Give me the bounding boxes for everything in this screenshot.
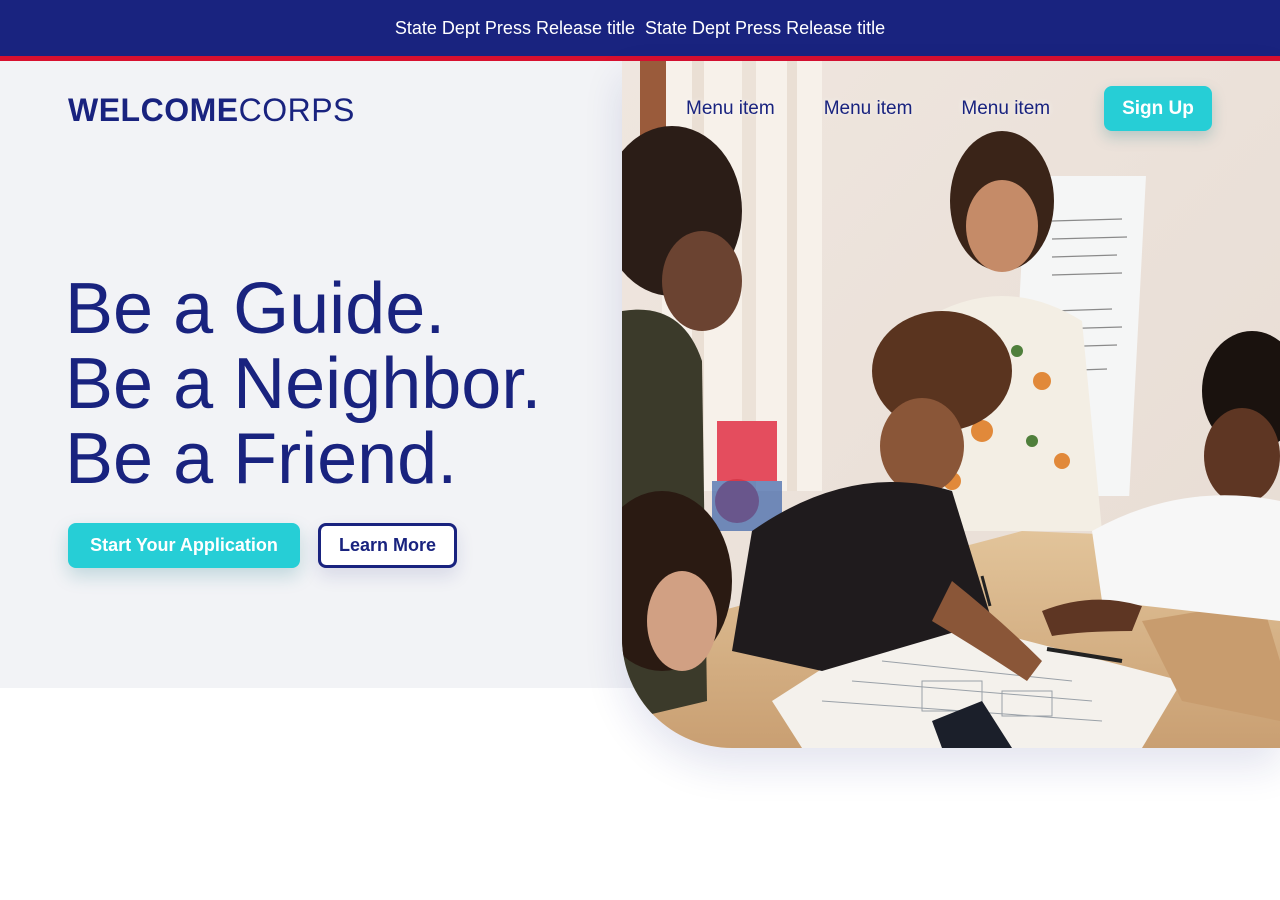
sign-up-button[interactable]: Sign Up (1104, 86, 1212, 131)
learn-more-button[interactable]: Learn More (318, 523, 457, 568)
headline-line-2: Be a Neighbor. (65, 344, 542, 424)
logo-light-text: CORPS (238, 92, 355, 128)
main-nav: Menu item Menu item Menu item (686, 86, 1099, 131)
announcement-message[interactable]: State Dept Press Release title (645, 18, 885, 39)
hero-headline: Be a Guide. Be a Neighbor. Be a Friend. (65, 272, 541, 497)
announcement-bar: State Dept Press Release title State Dep… (0, 0, 1280, 56)
nav-menu-item-1[interactable]: Menu item (686, 98, 775, 120)
logo-bold-text: WELCOME (68, 92, 239, 128)
nav-menu-item-3[interactable]: Menu item (961, 98, 1050, 120)
hero-photo (622, 61, 1280, 748)
start-application-button[interactable]: Start Your Application (68, 523, 300, 568)
announcement-message[interactable]: State Dept Press Release title (395, 18, 635, 39)
headline-line-3: Be a Friend. (65, 419, 458, 499)
welcome-corps-logo[interactable]: WELCOMECORPS (68, 92, 355, 129)
hero-photo-illustration (622, 61, 1280, 748)
nav-menu-item-2[interactable]: Menu item (824, 98, 913, 120)
headline-line-1: Be a Guide. (65, 269, 446, 349)
